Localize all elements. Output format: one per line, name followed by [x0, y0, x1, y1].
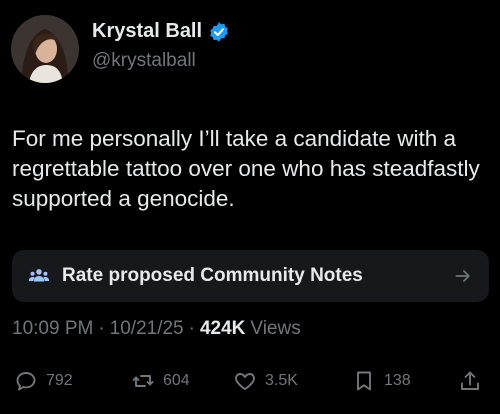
tweet: Krystal Ball @krystalball For me persona…	[0, 0, 500, 414]
tweet-date[interactable]: 10/21/25	[110, 318, 184, 340]
community-notes-label: Rate proposed Community Notes	[62, 265, 363, 286]
author-name[interactable]: Krystal Ball	[92, 20, 202, 43]
like-button[interactable]: 3.5K	[233, 363, 298, 399]
tweet-text: For me personally I’ll take a candidate …	[12, 126, 480, 211]
community-notes-button[interactable]: Rate proposed Community Notes	[12, 250, 489, 302]
share-icon	[461, 371, 479, 390]
views-label: Views	[250, 318, 301, 339]
verified-badge-icon	[210, 21, 228, 42]
repost-count: 604	[163, 372, 190, 389]
meta-separator: ·	[98, 318, 105, 339]
arrow-right-icon	[455, 270, 470, 282]
meta-separator: ·	[188, 318, 195, 339]
bookmark-icon	[357, 371, 371, 391]
tweet-time[interactable]: 10:09 PM	[12, 318, 93, 340]
avatar-photo-icon	[11, 15, 79, 83]
tweet-meta: 10:09 PM · 10/21/25 · 424K Views	[12, 318, 301, 340]
reply-count: 792	[46, 372, 73, 389]
bookmark-button[interactable]: 138	[352, 363, 411, 399]
people-icon	[28, 269, 50, 282]
reply-icon	[16, 372, 36, 391]
like-count: 3.5K	[265, 372, 298, 389]
share-button[interactable]	[458, 363, 482, 399]
reply-button[interactable]: 792	[14, 363, 73, 399]
author-name-row: Krystal Ball	[92, 20, 230, 43]
action-bar: 792 604 3.5K 138	[0, 363, 500, 399]
repost-button[interactable]: 604	[131, 363, 190, 399]
author-handle[interactable]: @krystalball	[92, 50, 196, 72]
heart-icon	[235, 373, 255, 390]
avatar[interactable]	[11, 15, 79, 83]
bookmark-count: 138	[384, 372, 411, 389]
repost-icon	[132, 375, 154, 387]
views-count: 424K	[199, 318, 246, 339]
